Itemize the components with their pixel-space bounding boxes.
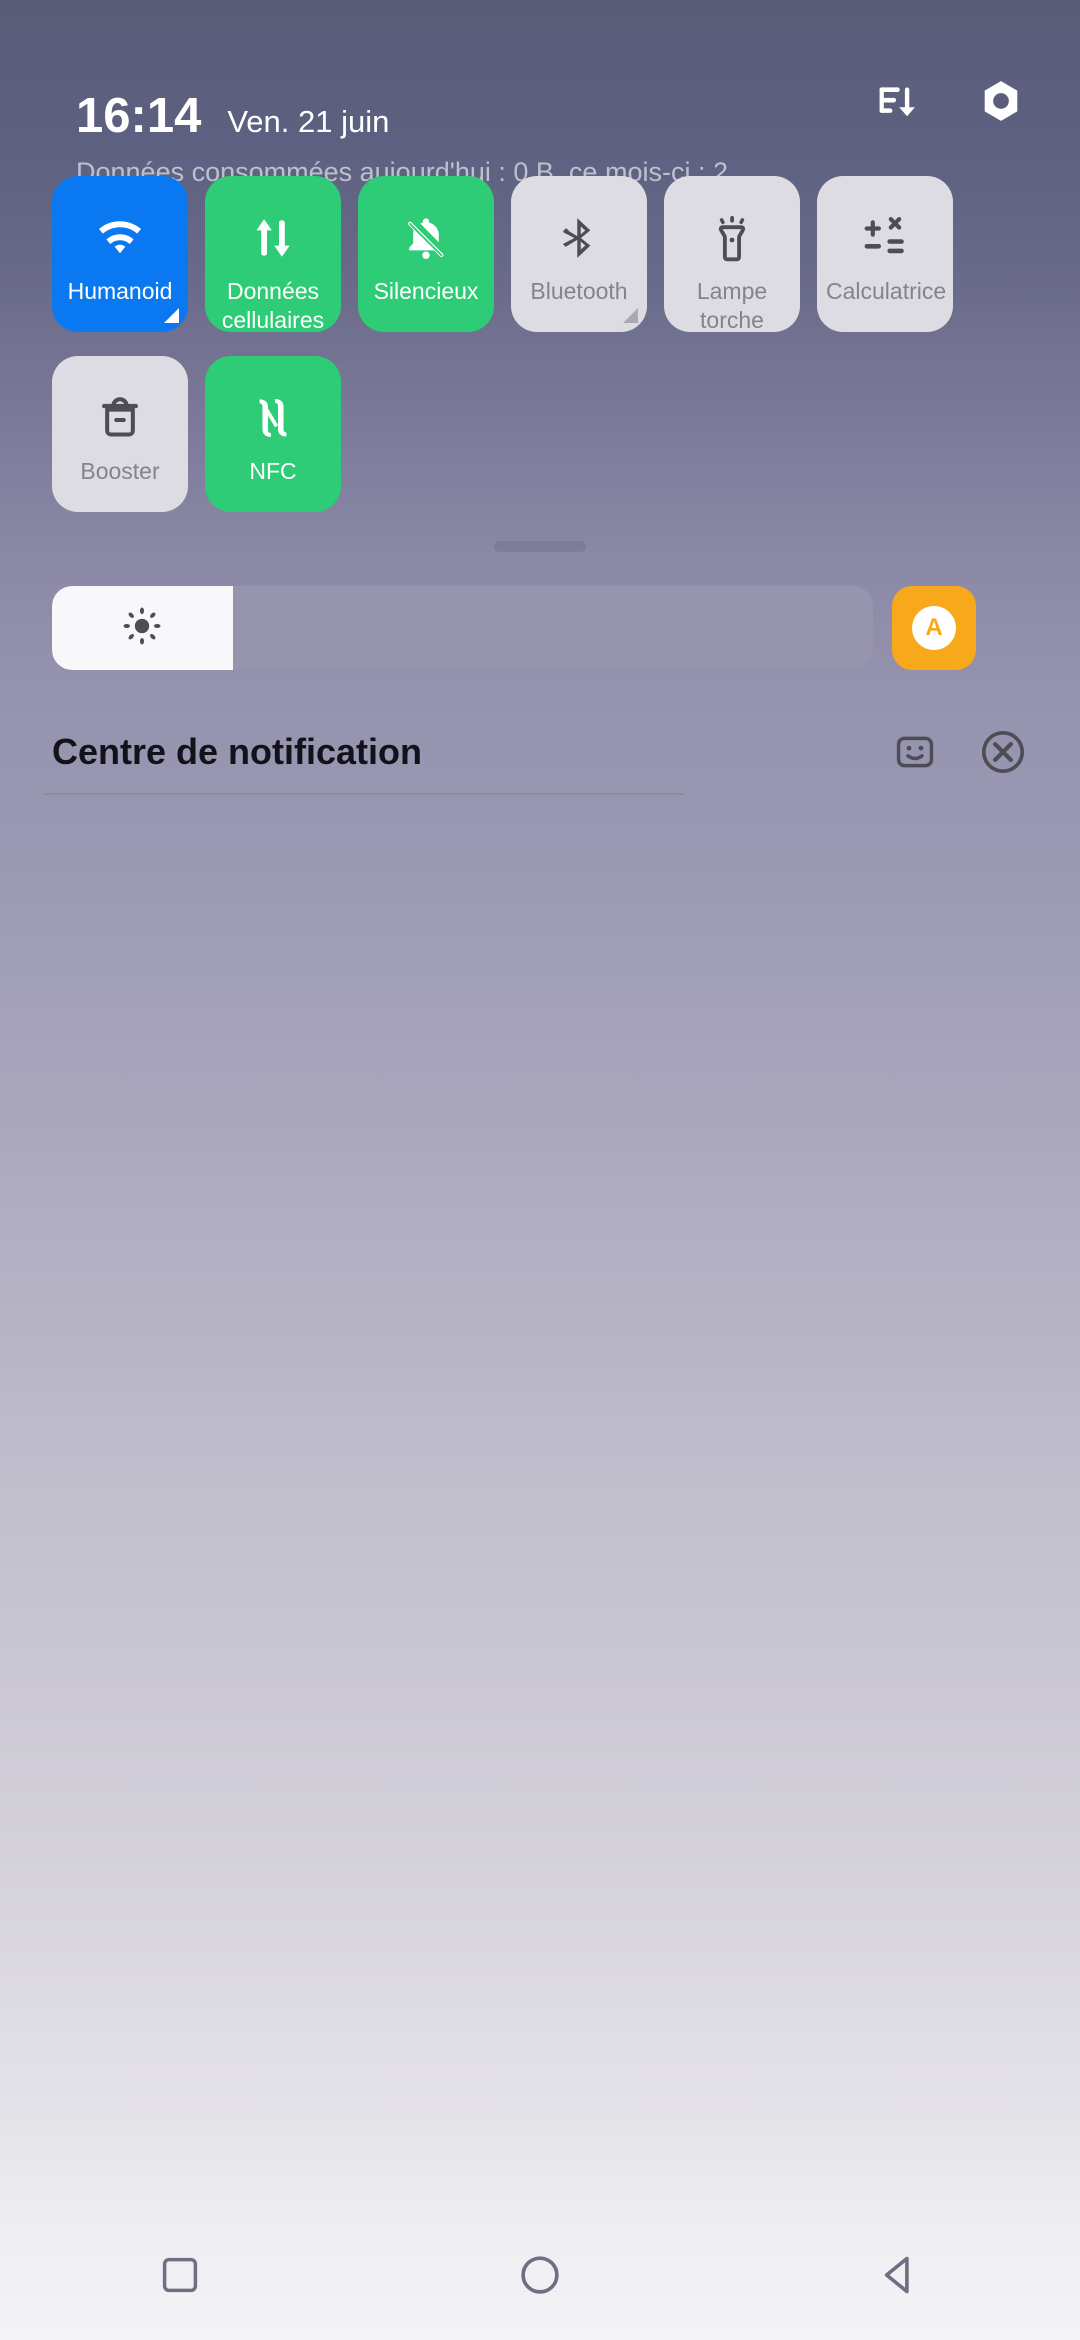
tile-mobile-data[interactable]: Données cellulaires xyxy=(205,176,341,332)
tile-label: Calculatrice xyxy=(826,278,947,304)
tile-label: Silencieux xyxy=(373,278,479,304)
flashlight-icon xyxy=(708,214,756,262)
tile-label: Booster xyxy=(80,458,160,484)
brightness-sun-icon xyxy=(121,605,163,652)
trash-boost-icon xyxy=(96,394,144,442)
tile-wifi-humanoid[interactable]: Humanoid xyxy=(52,176,188,332)
brightness-row: A xyxy=(52,586,1028,670)
brightness-slider[interactable] xyxy=(52,586,873,670)
tile-bluetooth[interactable]: Bluetooth xyxy=(511,176,647,332)
auto-brightness-button[interactable]: A xyxy=(892,586,976,670)
notification-settings-icon[interactable] xyxy=(890,727,940,777)
sort-descending-icon[interactable] xyxy=(874,78,920,124)
tile-label: Humanoid xyxy=(67,278,173,304)
tile-label: Bluetooth xyxy=(530,278,628,304)
triangle-back-icon[interactable] xyxy=(845,2220,955,2330)
tile-flashlight[interactable]: Lampe torche xyxy=(664,176,800,332)
tile-calculator[interactable]: Calculatrice xyxy=(817,176,953,332)
tile-label: Données cellulaires xyxy=(221,278,325,332)
hex-nut-settings-icon[interactable] xyxy=(978,78,1024,124)
tile-silent-mode[interactable]: Silencieux xyxy=(358,176,494,332)
mobile-data-icon xyxy=(249,214,297,262)
status-time: 16:14 xyxy=(76,89,202,143)
status-date: Ven. 21 juin xyxy=(227,104,390,139)
tile-label: Lampe torche xyxy=(696,278,768,332)
tile-expand-corner-icon[interactable] xyxy=(623,308,638,323)
quick-setting-tiles: Humanoid Données cellulaires Silencieux … xyxy=(52,176,1028,512)
header-icon-group xyxy=(874,78,1024,124)
tile-booster[interactable]: Booster xyxy=(52,356,188,512)
notification-center-title: Centre de notification xyxy=(52,731,423,772)
square-recents-icon[interactable] xyxy=(125,2220,235,2330)
tile-expand-corner-icon[interactable] xyxy=(164,308,179,323)
circle-home-icon[interactable] xyxy=(485,2220,595,2330)
quick-settings-panel: 16:14 Ven. 21 juin Données consommées au… xyxy=(0,0,1080,2340)
auto-brightness-label: A xyxy=(912,606,956,650)
bell-off-icon xyxy=(402,214,450,262)
clear-all-icon[interactable] xyxy=(978,727,1028,777)
notification-center-header: Centre de notification xyxy=(52,712,1028,792)
android-navigation-bar xyxy=(0,2210,1080,2340)
calculator-icon xyxy=(861,214,909,262)
wifi-icon xyxy=(96,214,144,262)
panel-drag-handle[interactable] xyxy=(494,541,586,552)
tile-label: NFC xyxy=(249,458,297,484)
notification-divider xyxy=(44,793,684,795)
brightness-slider-fill xyxy=(52,586,233,670)
status-header: 16:14 Ven. 21 juin Données consommées au… xyxy=(0,0,1080,200)
nfc-icon xyxy=(249,394,297,442)
tile-nfc[interactable]: NFC xyxy=(205,356,341,512)
bluetooth-icon xyxy=(555,214,603,262)
clock-date-group: 16:14 Ven. 21 juin xyxy=(76,88,389,144)
